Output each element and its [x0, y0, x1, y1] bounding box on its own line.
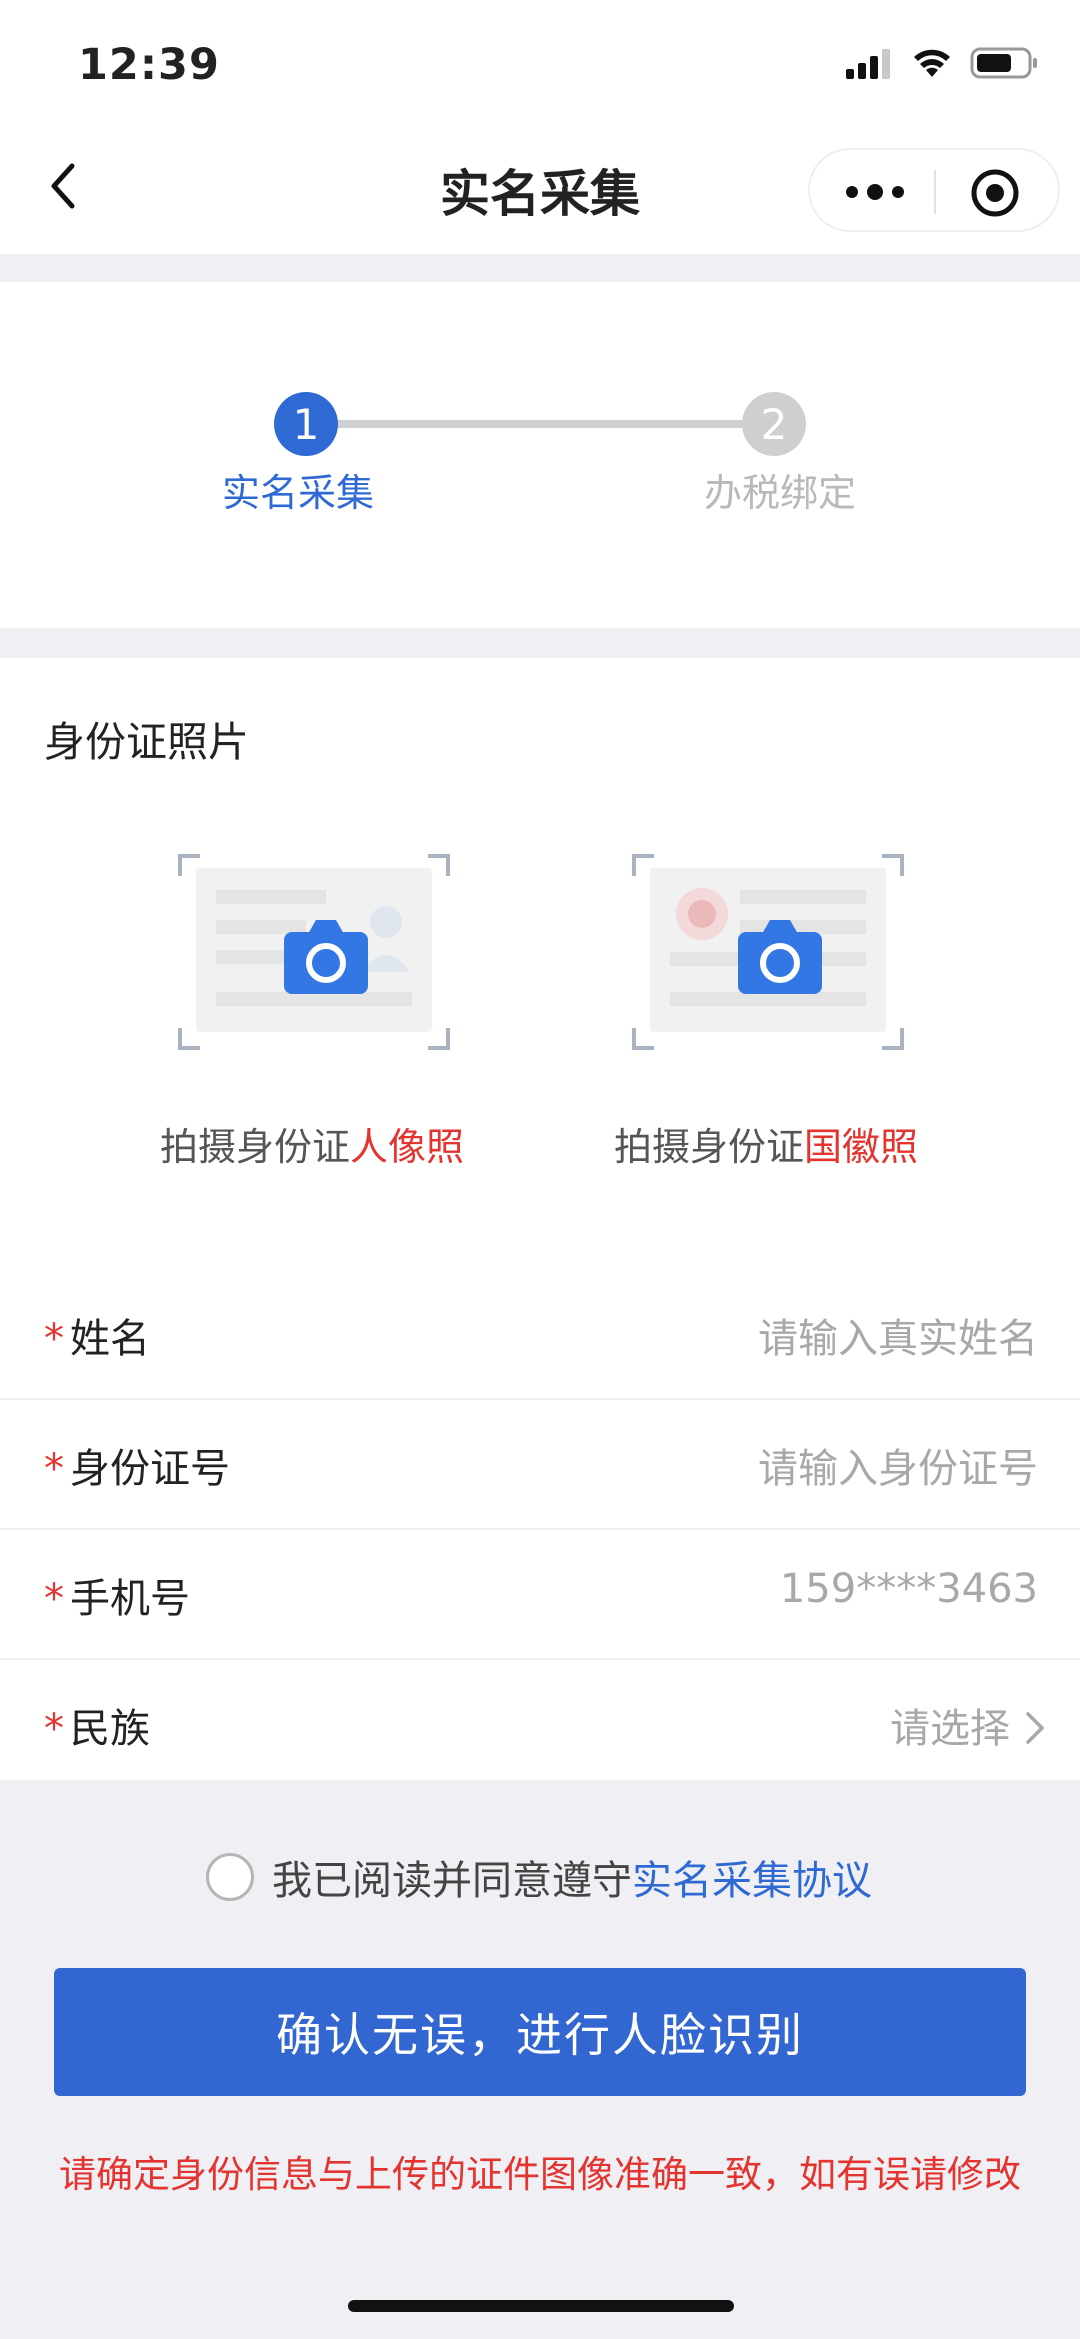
caption-prefix: 拍摄身份证: [613, 1125, 804, 1169]
phone-row[interactable]: * 手机号 159****3463: [0, 1530, 1080, 1660]
caption-prefix: 拍摄身份证: [159, 1125, 350, 1169]
phone-label: * 手机号: [44, 1566, 190, 1624]
name-input[interactable]: 请输入真实姓名: [758, 1306, 1038, 1364]
step-connector: [305, 420, 775, 428]
camera-icon: [284, 920, 368, 994]
agreement-checkbox[interactable]: [206, 1853, 254, 1901]
ethnicity-row[interactable]: * 民族 请选择: [0, 1660, 1080, 1790]
signal-icon: [846, 49, 890, 79]
agreement-text: 我已阅读并同意遵守: [272, 1858, 632, 1904]
more-icon[interactable]: [840, 174, 910, 210]
home-indicator[interactable]: [348, 2300, 734, 2312]
close-miniprogram-icon[interactable]: [970, 168, 1020, 218]
wifi-icon: [914, 49, 950, 77]
required-mark: *: [44, 1706, 64, 1752]
id-card-placeholder: [196, 868, 432, 1032]
caption-highlight: 国徽照: [804, 1125, 919, 1169]
confirm-face-recognition-button[interactable]: 确认无误，进行人脸识别: [54, 1968, 1026, 2096]
status-icons: [846, 46, 1040, 80]
ethnicity-select[interactable]: 请选择: [890, 1696, 1010, 1754]
id-number-input[interactable]: 请输入身份证号: [758, 1436, 1038, 1494]
id-back-upload[interactable]: [632, 854, 904, 1050]
required-mark: *: [44, 1446, 64, 1492]
status-bar: 12:39: [0, 0, 1080, 130]
step-2-label: 办税绑定: [703, 471, 856, 515]
page: 12:39 实名采集 1 2 实名采集 办税绑定 身份证照片 拍摄身份证人像照 …: [0, 0, 1080, 2339]
step-2-indicator: 2: [742, 392, 806, 456]
agreement-link[interactable]: 实名采集协议: [632, 1848, 872, 1906]
chevron-right-icon: [1026, 1712, 1044, 1744]
field-label: 民族: [70, 1706, 150, 1752]
id-front-caption: 拍摄身份证人像照: [132, 1116, 492, 1171]
caption-highlight: 人像照: [350, 1125, 465, 1169]
id-front-upload[interactable]: [178, 854, 450, 1050]
field-label: 手机号: [70, 1576, 190, 1622]
id-number-row[interactable]: * 身份证号 请输入身份证号: [0, 1400, 1080, 1530]
id-number-label: * 身份证号: [44, 1436, 230, 1494]
required-mark: *: [44, 1576, 64, 1622]
miniprogram-capsule: [808, 148, 1060, 232]
ethnicity-label: * 民族: [44, 1696, 150, 1754]
name-row[interactable]: * 姓名 请输入真实姓名: [0, 1270, 1080, 1400]
id-card-placeholder: [650, 868, 886, 1032]
id-photo-section-title: 身份证照片: [44, 718, 249, 766]
nav-bar: 实名采集: [0, 130, 1080, 254]
required-mark: *: [44, 1316, 64, 1362]
step-1-label: 实名采集: [221, 471, 374, 515]
id-back-caption: 拍摄身份证国徽照: [586, 1116, 946, 1171]
status-time: 12:39: [78, 40, 220, 90]
phone-input[interactable]: 159****3463: [780, 1566, 1038, 1612]
name-label: * 姓名: [44, 1306, 150, 1364]
steps-progress: 1 2 实名采集 办税绑定: [0, 282, 1080, 628]
capsule-divider: [934, 170, 936, 214]
step-1-indicator: 1: [274, 392, 338, 456]
agreement-row: 我已阅读并同意遵守 实名采集协议: [206, 1848, 872, 1906]
form-card: 身份证照片 拍摄身份证人像照 拍摄身份证国徽照 * 姓名 请输入真实姓名 * 身…: [0, 658, 1080, 1780]
warning-text: 请确定身份信息与上传的证件图像准确一致，如有误请修改: [59, 2153, 1021, 2196]
camera-icon: [738, 920, 822, 994]
battery-icon: [970, 47, 1037, 79]
field-label: 姓名: [70, 1316, 150, 1362]
field-label: 身份证号: [70, 1446, 230, 1492]
